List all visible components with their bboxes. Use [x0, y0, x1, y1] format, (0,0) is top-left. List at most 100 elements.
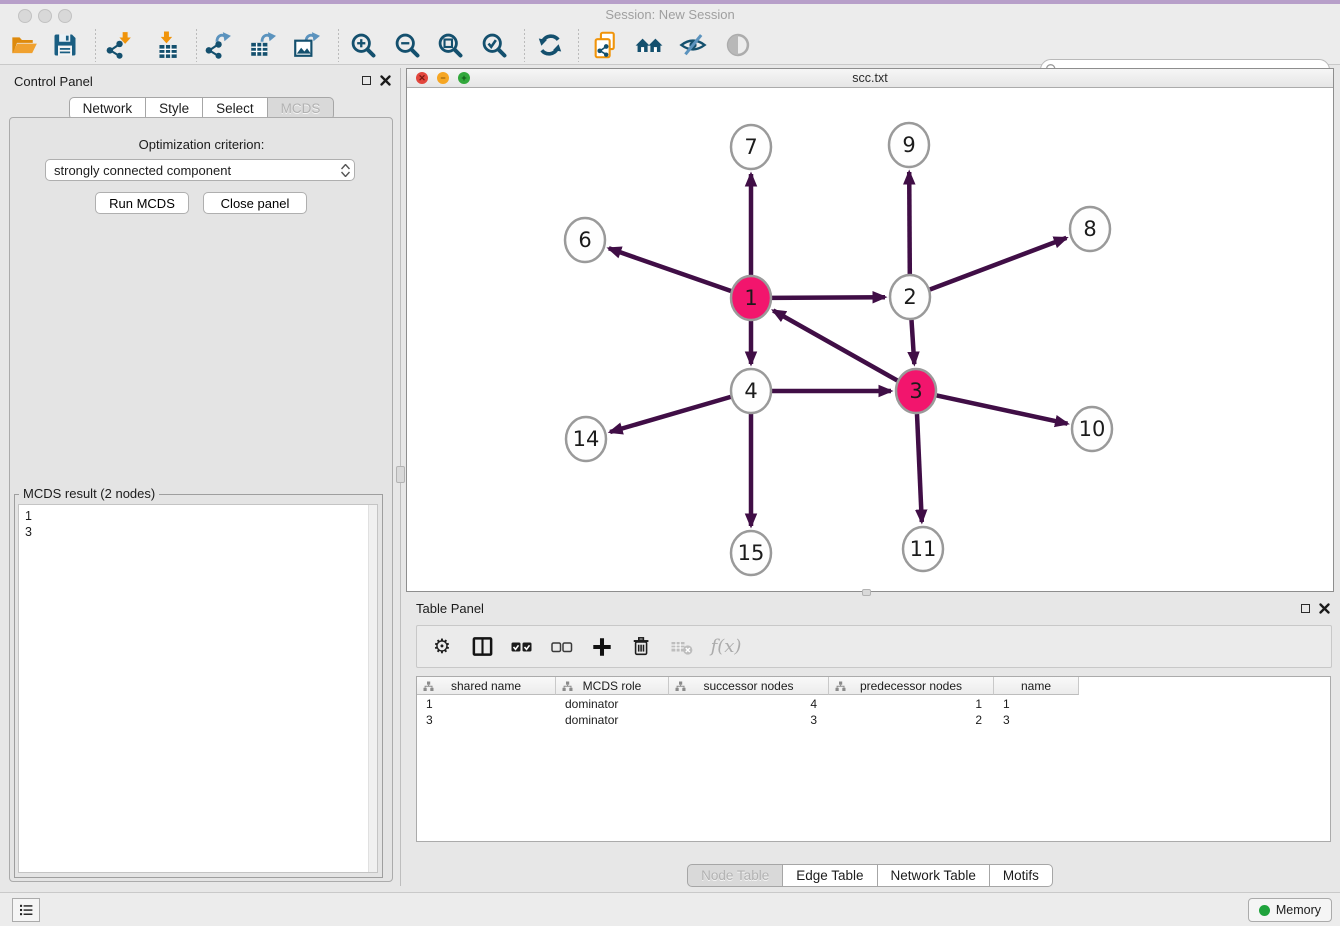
- table-toolbar: ⚙ f(x): [416, 625, 1332, 668]
- apply-layout-icon[interactable]: [535, 30, 565, 60]
- toolbar-separator: [578, 29, 579, 62]
- node-14[interactable]: 14: [566, 417, 606, 461]
- criterion-value: strongly connected component: [46, 163, 336, 178]
- edge-2-3[interactable]: [912, 320, 915, 364]
- show-graphics-details-icon[interactable]: [723, 30, 753, 60]
- cell-name: 1: [994, 696, 1079, 712]
- table-settings-icon[interactable]: ⚙: [429, 634, 455, 660]
- edge-2-8[interactable]: [930, 238, 1067, 290]
- edge-3-1[interactable]: [773, 311, 897, 381]
- vertical-splitter-handle[interactable]: [396, 466, 405, 483]
- toolbar-separator: [524, 29, 525, 62]
- edge-3-10[interactable]: [937, 395, 1068, 423]
- zoom-selected-icon[interactable]: [479, 30, 509, 60]
- svg-text:3: 3: [909, 379, 922, 403]
- float-table-panel-icon[interactable]: [1301, 604, 1310, 613]
- node-4[interactable]: 4: [731, 369, 771, 413]
- table-panel-tab-edge-table[interactable]: Edge Table: [782, 864, 877, 887]
- table-row[interactable]: 3dominator323: [417, 712, 1079, 728]
- import-table-icon[interactable]: [152, 30, 182, 60]
- show-columns-icon[interactable]: [469, 634, 495, 660]
- node-15[interactable]: 15: [731, 531, 771, 575]
- first-neighbors-icon[interactable]: [634, 30, 664, 60]
- cell-successor-nodes: 4: [669, 696, 829, 712]
- svg-text:1: 1: [744, 286, 757, 310]
- export-network-icon[interactable]: [203, 30, 233, 60]
- network-canvas[interactable]: 1 2 3 4 6 7 8 9 10 11 14 15: [407, 88, 1333, 591]
- hide-graphics-details-icon[interactable]: [678, 30, 708, 60]
- table-panel-tab-network-table[interactable]: Network Table: [877, 864, 990, 887]
- edge-1-2[interactable]: [772, 297, 885, 298]
- column-header-shared-name[interactable]: shared name: [417, 677, 556, 695]
- node-1[interactable]: 1: [731, 276, 771, 320]
- network-title: scc.txt: [407, 71, 1333, 85]
- close-panel-button[interactable]: Close panel: [203, 192, 307, 214]
- cell-MCDS-role: dominator: [556, 712, 669, 728]
- edge-3-11[interactable]: [917, 414, 922, 522]
- mcds-result-text: 1 3: [19, 505, 368, 872]
- select-stepper-icon: [336, 164, 354, 177]
- node-11[interactable]: 11: [903, 527, 943, 571]
- clone-network-icon[interactable]: [590, 30, 620, 60]
- svg-text:7: 7: [744, 135, 757, 159]
- delete-table-icon: [669, 634, 695, 660]
- node-7[interactable]: 7: [731, 125, 771, 169]
- node-10[interactable]: 10: [1072, 407, 1112, 451]
- column-header-predecessor-nodes[interactable]: predecessor nodes: [829, 677, 994, 695]
- zoom-out-icon[interactable]: [392, 30, 422, 60]
- run-mcds-button[interactable]: Run MCDS: [95, 192, 189, 214]
- title-bar: Session: New Session: [0, 4, 1340, 26]
- svg-text:11: 11: [910, 537, 937, 561]
- edge-2-9[interactable]: [909, 172, 910, 274]
- memory-button[interactable]: Memory: [1248, 898, 1332, 922]
- float-panel-icon[interactable]: [362, 76, 371, 85]
- svg-text:8: 8: [1083, 217, 1096, 241]
- result-scrollbar[interactable]: [368, 505, 377, 872]
- close-table-panel-icon[interactable]: [1319, 603, 1330, 614]
- open-session-icon[interactable]: [9, 30, 39, 60]
- zoom-fit-icon[interactable]: [435, 30, 465, 60]
- svg-text:4: 4: [744, 379, 757, 403]
- mcds-result-group: MCDS result (2 nodes) 1 3: [14, 494, 383, 878]
- delete-icon[interactable]: [629, 634, 655, 660]
- node-8[interactable]: 8: [1070, 207, 1110, 251]
- main-toolbar: [0, 26, 1340, 65]
- import-network-icon[interactable]: [104, 30, 134, 60]
- select-all-icon[interactable]: [509, 634, 535, 660]
- edge-1-6[interactable]: [609, 248, 731, 291]
- svg-text:15: 15: [738, 541, 765, 565]
- mcds-result-box[interactable]: 1 3: [18, 504, 378, 873]
- node-9[interactable]: 9: [889, 123, 929, 167]
- export-image-icon[interactable]: [291, 30, 321, 60]
- node-2[interactable]: 2: [890, 275, 930, 319]
- function-builder-icon: f(x): [709, 634, 743, 660]
- close-panel-icon[interactable]: [380, 75, 391, 86]
- node-3[interactable]: 3: [896, 369, 936, 413]
- add-icon[interactable]: [589, 634, 615, 660]
- table-panel-tab-node-table[interactable]: Node Table: [687, 864, 783, 887]
- column-header-MCDS-role[interactable]: MCDS role: [556, 677, 669, 695]
- task-history-button[interactable]: [12, 898, 40, 922]
- deselect-all-icon[interactable]: [549, 634, 575, 660]
- toolbar-separator: [338, 29, 339, 62]
- node-table: shared nameMCDS rolesuccessor nodesprede…: [416, 676, 1331, 842]
- column-header-name[interactable]: name: [994, 677, 1079, 695]
- cell-shared-name: 1: [417, 696, 556, 712]
- edge-4-14[interactable]: [610, 397, 731, 432]
- network-window-titlebar[interactable]: ✕ − + scc.txt: [407, 69, 1333, 88]
- node-6[interactable]: 6: [565, 218, 605, 262]
- svg-text:2: 2: [903, 285, 916, 309]
- table-header: shared nameMCDS rolesuccessor nodesprede…: [417, 677, 1079, 695]
- criterion-select[interactable]: strongly connected component: [45, 159, 355, 181]
- memory-status-icon: [1259, 905, 1270, 916]
- zoom-in-icon[interactable]: [348, 30, 378, 60]
- table-tabs: Node TableEdge TableNetwork TableMotifs: [406, 864, 1334, 887]
- memory-label: Memory: [1276, 903, 1321, 917]
- column-header-successor-nodes[interactable]: successor nodes: [669, 677, 829, 695]
- table-panel-tab-motifs[interactable]: Motifs: [989, 864, 1053, 887]
- cell-successor-nodes: 3: [669, 712, 829, 728]
- horizontal-splitter-handle[interactable]: [862, 589, 871, 596]
- save-session-icon[interactable]: [50, 30, 80, 60]
- export-table-icon[interactable]: [247, 30, 277, 60]
- table-row[interactable]: 1dominator411: [417, 696, 1079, 712]
